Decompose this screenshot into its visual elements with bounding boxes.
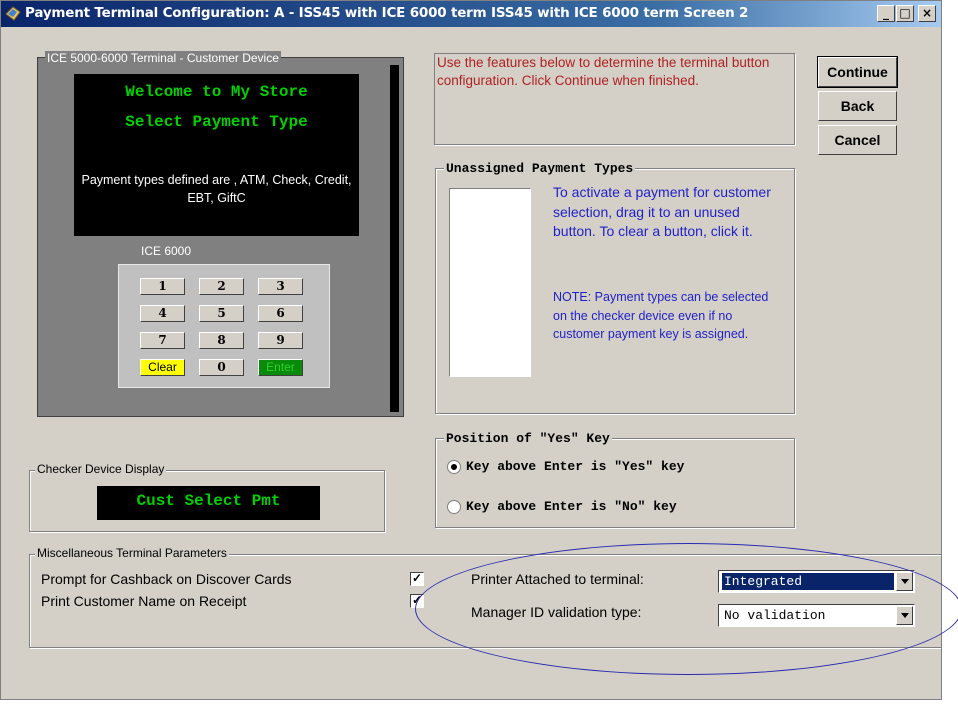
card-icon [5,6,21,21]
key-6[interactable]: 6 [258,305,303,322]
chevron-down-icon[interactable] [896,572,913,591]
radio-above-enter-yes[interactable] [447,460,461,474]
payment-terminal-config-window: Payment Terminal Configuration: A - ISS4… [0,0,942,700]
key-9[interactable]: 9 [258,332,303,349]
checkmark-icon: ✓ [411,571,423,585]
manager-id-validation-value: No validation [724,608,826,623]
printer-attached-label: Printer Attached to terminal: [471,571,644,587]
unassigned-info-text: To activate a payment for customer selec… [553,184,771,239]
instructions-text: Use the features below to determine the … [434,53,795,145]
radio-above-enter-no[interactable] [447,500,461,514]
key-7[interactable]: 7 [140,332,185,349]
key-clear[interactable]: Clear [140,359,185,376]
printer-attached-value: Integrated [721,572,895,591]
key-3[interactable]: 3 [258,278,303,295]
window-title: Payment Terminal Configuration: A - ISS4… [25,5,749,21]
checker-device-display-screen: Cust Select Pmt [97,486,320,520]
screen-line-welcome: Welcome to My Store [125,83,308,101]
keypad: 1 2 3 4 5 6 7 8 9 Clear 0 Enter [118,264,330,388]
key-0[interactable]: 0 [199,359,244,376]
cancel-button[interactable]: Cancel [818,125,897,155]
close-button[interactable]: × [918,5,936,22]
maximize-button[interactable]: □ [896,5,914,22]
checker-device-display-label: Checker Device Display [35,462,167,476]
cashback-discover-label: Prompt for Cashback on Discover Cards [41,571,292,587]
chevron-down-icon[interactable] [896,606,913,625]
yes-key-position-group [435,438,795,528]
customer-device-scrollbar [390,65,399,412]
printer-attached-select[interactable]: Integrated [718,570,915,593]
print-customer-name-checkbox[interactable]: ✓ [410,594,424,608]
key-8[interactable]: 8 [199,332,244,349]
radio-selected-dot [451,464,457,470]
unassigned-payment-types-title: Unassigned Payment Types [444,161,636,176]
misc-parameters-label: Miscellaneous Terminal Parameters [35,546,229,560]
continue-button[interactable]: Continue [817,56,898,88]
key-4[interactable]: 4 [140,305,185,322]
key-2[interactable]: 2 [199,278,244,295]
manager-id-validation-select[interactable]: No validation [718,604,915,627]
radio-above-enter-yes-label[interactable]: Key above Enter is "Yes" key [466,459,684,474]
back-button[interactable]: Back [818,91,897,121]
screen-line-select: Select Payment Type [125,113,308,131]
minimize-button[interactable]: _ [877,5,895,22]
terminal-model-label: ICE 6000 [141,244,192,258]
manager-id-validation-label: Manager ID validation type: [471,604,642,620]
print-customer-name-label: Print Customer Name on Receipt [41,593,247,609]
radio-above-enter-no-label[interactable]: Key above Enter is "No" key [466,499,677,514]
customer-device-label: ICE 5000-6000 Terminal - Customer Device [45,51,281,65]
checkmark-icon: ✓ [411,593,423,607]
yes-key-position-title: Position of "Yes" Key [444,431,612,446]
customer-device-screen: Welcome to My Store Select Payment Type … [74,74,359,236]
title-bar[interactable]: Payment Terminal Configuration: A - ISS4… [1,1,941,27]
unassigned-payment-types-list[interactable] [449,188,531,377]
screen-payment-types-info: Payment types defined are , ATM, Check, … [81,173,352,205]
key-1[interactable]: 1 [140,278,185,295]
unassigned-note-text: NOTE: Payment types can be selected on t… [553,290,769,341]
key-5[interactable]: 5 [199,305,244,322]
key-enter[interactable]: Enter [258,359,303,376]
cashback-discover-checkbox[interactable]: ✓ [410,572,424,586]
